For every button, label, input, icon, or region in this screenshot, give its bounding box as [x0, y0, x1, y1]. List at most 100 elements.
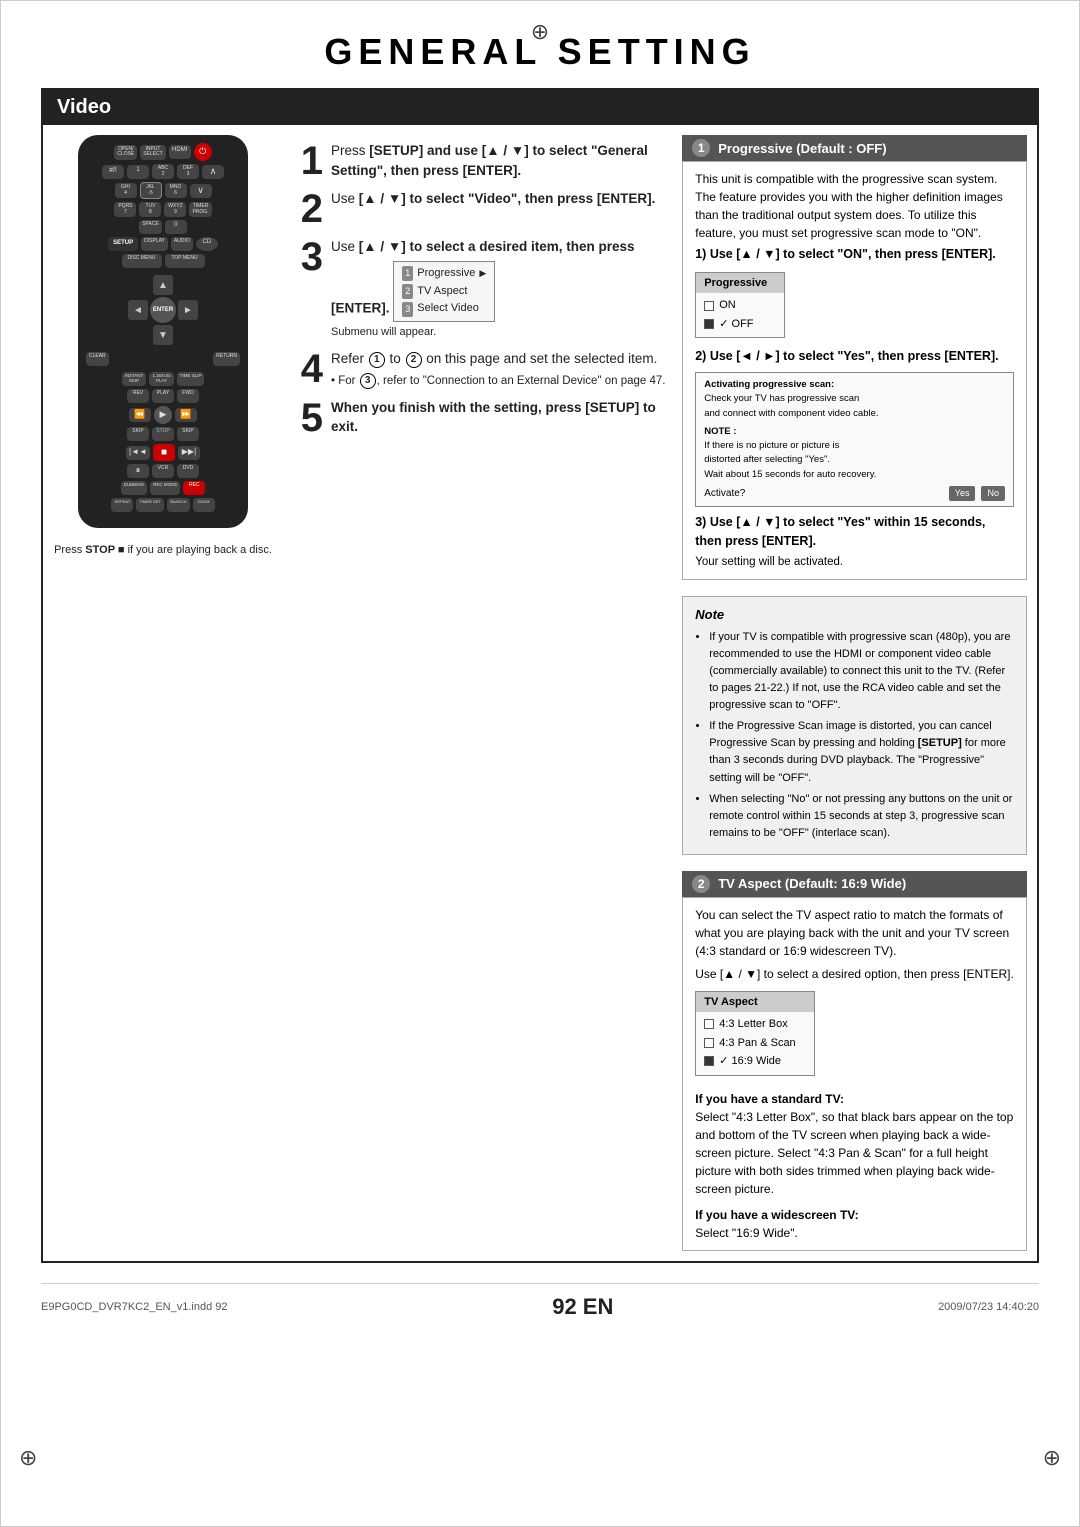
- letter-box-checkbox[interactable]: [704, 1019, 714, 1029]
- rec-btn[interactable]: REC: [183, 481, 205, 495]
- btn-2[interactable]: ABC2: [152, 164, 174, 179]
- display-btn[interactable]: DISPLAY: [141, 237, 168, 251]
- wide-option: ✓ 16:9 Wide: [704, 1052, 806, 1071]
- page-footer: E9PG0CD_DVR7KC2_EN_v1.indd 92 92 EN 2009…: [41, 1283, 1039, 1328]
- vcr-btn[interactable]: VCR: [152, 464, 174, 478]
- activate-scan-text: Activating progressive scan: Check your …: [704, 378, 1005, 421]
- dpad-left[interactable]: ◄: [128, 300, 148, 320]
- step-4-text: Refer 1 to 2 on this page and set the se…: [331, 349, 668, 389]
- section-content: OPEN/CLOSE INPUTSELECT HDMI ⏻ #/! 1 ABC2…: [43, 125, 1037, 1261]
- ch-down-btn[interactable]: ∨: [190, 184, 212, 198]
- off-checkbox[interactable]: [704, 319, 714, 329]
- hdmi-btn[interactable]: HDMI: [169, 145, 191, 159]
- step-3-text: Use [▲ / ▼] to select a desired item, th…: [331, 237, 668, 341]
- tv-aspect-panel-title: TV Aspect (Default: 16:9 Wide): [718, 876, 906, 891]
- btn-4[interactable]: GHI4: [115, 183, 137, 198]
- remote-control: OPEN/CLOSE INPUTSELECT HDMI ⏻ #/! 1 ABC2…: [78, 135, 248, 528]
- prev-btn[interactable]: |◄◄: [126, 446, 150, 460]
- footer-left: E9PG0CD_DVR7KC2_EN_v1.indd 92: [41, 1301, 228, 1313]
- step-1-row: 1 Press [SETUP] and use [▲ / ▼] to selec…: [289, 141, 668, 181]
- on-checkbox[interactable]: [704, 301, 714, 311]
- pan-scan-checkbox[interactable]: [704, 1038, 714, 1048]
- step-2-number: 2: [289, 189, 323, 229]
- note-list: If your TV is compatible with progressiv…: [695, 629, 1014, 842]
- dpad-right[interactable]: ►: [178, 300, 198, 320]
- setup-btn[interactable]: SETUP: [108, 237, 138, 251]
- btn-6[interactable]: MNO6: [165, 183, 187, 198]
- pan-scan-label: 4:3 Pan & Scan: [719, 1035, 795, 1052]
- clear-btn[interactable]: CLEAR: [86, 352, 109, 366]
- on-label: ON: [719, 297, 736, 314]
- btn-3[interactable]: DEF3: [177, 164, 199, 179]
- progressive-panel: 1 Progressive (Default : OFF) This unit …: [682, 135, 1027, 580]
- no-button[interactable]: No: [981, 486, 1005, 502]
- page: ⊕ GENERAL SETTING Video OPEN/CLOSE INPUT…: [0, 0, 1080, 1527]
- yes-button[interactable]: Yes: [949, 486, 976, 502]
- pan-scan-option: 4:3 Pan & Scan: [704, 1034, 806, 1053]
- submenu-box: 1 Progressive ▶ 2 TV Aspect 3 Select Vid…: [393, 261, 495, 323]
- panel2-badge: 2: [692, 875, 710, 893]
- hash-btn[interactable]: #/!: [102, 165, 124, 179]
- widescreen-tv-title: If you have a widescreen TV:: [695, 1208, 858, 1222]
- power-btn[interactable]: ⏻: [194, 143, 212, 161]
- step-4-sub: • For 3, refer to "Connection to an Exte…: [331, 373, 668, 390]
- play-btn[interactable]: ▶: [154, 406, 172, 424]
- submenu-item-3: 3 Select Video: [402, 300, 486, 318]
- note-item-2: If the Progressive Scan image is distort…: [709, 718, 1014, 786]
- instant-skip-btn[interactable]: INSTANTSKIP: [122, 372, 147, 386]
- fwd-btn[interactable]: FWD: [177, 389, 199, 403]
- step-3-number: 3: [289, 237, 323, 277]
- top-menu-btn[interactable]: TOP MENU: [165, 254, 205, 268]
- cd-btn[interactable]: CD: [196, 237, 218, 251]
- panel1-badge: 1: [692, 139, 710, 157]
- btn-8[interactable]: TUV8: [139, 202, 161, 217]
- yes-no-buttons: Yes No: [949, 486, 1005, 502]
- btn-9[interactable]: WXYZ9: [164, 202, 186, 217]
- btn-1[interactable]: 1: [127, 165, 149, 179]
- rec-mode-btn[interactable]: REC MODE: [150, 481, 180, 495]
- space-btn[interactable]: SPACE: [139, 220, 162, 234]
- timer-prog-btn[interactable]: TIMERPROG.: [189, 202, 211, 217]
- step-5-row: 5 When you finish with the setting, pres…: [289, 398, 668, 438]
- rev-btn[interactable]: REV: [127, 389, 149, 403]
- letter-box-label: 4:3 Letter Box: [719, 1016, 788, 1033]
- skip-prev-btn[interactable]: SKIP: [127, 427, 149, 441]
- pause-btn[interactable]: ⏸: [127, 464, 149, 478]
- widescreen-tv-text: Select "16:9 Wide".: [695, 1226, 798, 1240]
- repeat-btn[interactable]: REPEAT: [111, 498, 133, 512]
- slow-play-btn[interactable]: 1.3x/0.6xPLAY: [149, 372, 173, 386]
- audio-btn[interactable]: AUDIO: [171, 237, 193, 251]
- step-2-row: 2 Use [▲ / ▼] to select "Video", then pr…: [289, 189, 668, 229]
- btn-5[interactable]: JKL-5: [140, 182, 162, 199]
- progressive-options-box: Progressive ON ✓ OFF: [695, 272, 785, 339]
- disc-menu-btn[interactable]: DISC MENU: [122, 254, 162, 268]
- zoom-btn[interactable]: ZOOM: [193, 498, 215, 512]
- wide-label: ✓ 16:9 Wide: [719, 1053, 781, 1070]
- skip-next-btn[interactable]: SKIP: [177, 427, 199, 441]
- next-btn[interactable]: ▶▶|: [178, 446, 200, 460]
- dvd-btn[interactable]: DVD: [177, 464, 199, 478]
- submenu-appear-text: Submenu will appear.: [331, 325, 668, 341]
- ff-btn[interactable]: ⏩: [175, 408, 197, 422]
- input-select-btn[interactable]: INPUTSELECT: [140, 145, 165, 160]
- btn-7[interactable]: PQRS7: [114, 202, 136, 217]
- enter-btn[interactable]: ENTER: [150, 297, 176, 323]
- activate-warning-box: Activating progressive scan: Check your …: [695, 372, 1014, 507]
- dubbing-btn[interactable]: DUBBING: [121, 481, 148, 495]
- timer-set-btn[interactable]: TIMER SET: [136, 498, 163, 512]
- stop-btn[interactable]: ■: [153, 444, 175, 461]
- dpad-up[interactable]: ▲: [153, 275, 173, 295]
- btn-0[interactable]: 0: [165, 220, 187, 234]
- progressive-body-text: This unit is compatible with the progres…: [695, 172, 1003, 240]
- wide-checkbox[interactable]: [704, 1056, 714, 1066]
- time-slip-btn[interactable]: TIME SLIP: [177, 372, 205, 386]
- tv-aspect-panel-header: 2 TV Aspect (Default: 16:9 Wide): [682, 871, 1027, 897]
- ch-up-btn[interactable]: ∧: [202, 165, 224, 179]
- progressive-panel-body: This unit is compatible with the progres…: [682, 161, 1027, 580]
- open-close-btn[interactable]: OPEN/CLOSE: [114, 145, 137, 160]
- step-4-row: 4 Refer 1 to 2 on this page and set the …: [289, 349, 668, 389]
- return-btn[interactable]: RETURN: [213, 352, 240, 366]
- rew-btn[interactable]: ⏪: [129, 408, 151, 422]
- search-btn[interactable]: SEARCH: [167, 498, 190, 512]
- dpad-down[interactable]: ▼: [153, 325, 173, 345]
